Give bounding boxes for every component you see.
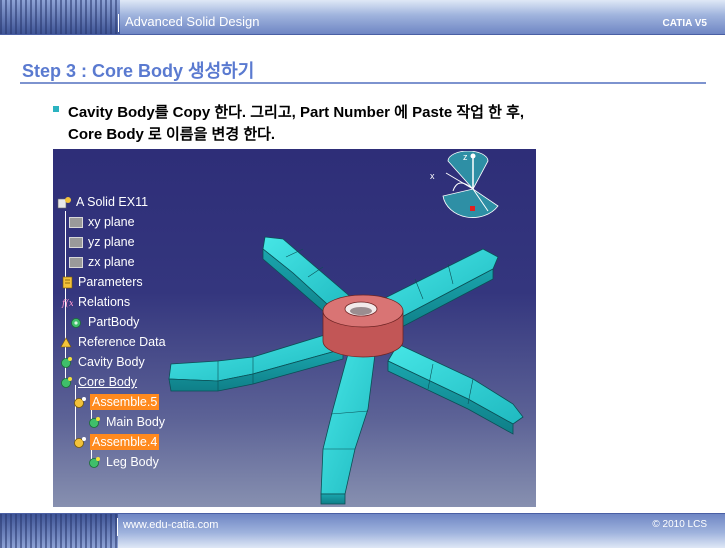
reference-icon [59, 336, 73, 349]
tree-node-assemble-5[interactable]: Assemble.5 [73, 393, 160, 411]
tree-node-relations[interactable]: f(x) Relations [59, 293, 132, 311]
title-divider [20, 82, 706, 84]
footer-decoration [0, 514, 118, 548]
tree-label: PartBody [88, 315, 140, 329]
model-hub [322, 294, 404, 358]
footer-url: www.edu-catia.com [123, 519, 219, 531]
body-gear-icon [59, 376, 73, 389]
footer-separator [117, 518, 118, 536]
tree-label: Cavity Body [78, 355, 145, 369]
tree-label: Assemble.4 [90, 434, 160, 450]
page-title: Step 3 : Core Body 생성하기 [22, 61, 255, 81]
assemble-icon [73, 396, 87, 409]
plane-icon [69, 216, 83, 229]
bullet-line-2: Core Body 로 이름을 변경 한다. [68, 126, 276, 143]
bullet-line-1: Cavity Body를 Copy 한다. 그리고, Part Number 에… [68, 104, 525, 121]
bullet-text: Cavity Body를 Copy 한다. 그리고, Part Number 에… [68, 102, 708, 146]
part-icon [57, 196, 71, 209]
parameters-icon [59, 276, 73, 289]
tree-node-leg-body[interactable]: Leg Body [87, 453, 161, 471]
tree-node-partbody[interactable]: PartBody [69, 313, 141, 331]
compass-x-label: x [430, 171, 435, 181]
specification-tree[interactable]: A Solid EX11 xy plane yz plane zx plane … [53, 149, 293, 507]
tree-node-zx-plane[interactable]: zx plane [69, 253, 137, 271]
tree-node-main-body[interactable]: Main Body [87, 413, 167, 431]
tree-label: Assemble.5 [90, 394, 160, 410]
compass-widget[interactable]: x z [428, 151, 508, 231]
body-gear-icon [87, 456, 101, 469]
tree-label-root: A Solid EX11 [76, 195, 149, 209]
tree-label: zx plane [88, 255, 135, 269]
header-separator [118, 14, 119, 32]
tree-node-xy-plane[interactable]: xy plane [69, 213, 137, 231]
tree-node-assemble-4[interactable]: Assemble.4 [73, 433, 160, 451]
header-band: Advanced Solid Design CATIA V5 [0, 0, 725, 35]
compass-origin-handle [470, 206, 475, 211]
assemble-icon [73, 436, 87, 449]
tree-label: Main Body [106, 415, 166, 429]
svg-text:f(x): f(x) [61, 298, 73, 309]
model-arm-bottom-side [320, 493, 346, 505]
tree-node-root[interactable]: A Solid EX11 [57, 193, 150, 211]
footer-copyright: © 2010 LCS [652, 519, 707, 530]
tree-label: xy plane [88, 215, 135, 229]
relations-icon: f(x) [59, 296, 73, 309]
header-product: CATIA V5 [662, 18, 707, 29]
catia-viewport[interactable]: x z A Solid EX11 xy plane yz plane zx pl… [53, 149, 536, 507]
plane-icon [69, 256, 83, 269]
tree-label: Core Body [78, 375, 138, 389]
tree-node-reference-data[interactable]: Reference Data [59, 333, 168, 351]
compass-z-label: z [463, 152, 468, 162]
header-decoration [0, 0, 120, 34]
tree-label: Parameters [78, 275, 143, 289]
tree-node-core-body[interactable]: Core Body [59, 373, 139, 391]
compass-top-plane [447, 151, 489, 190]
tree-label: Leg Body [106, 455, 159, 469]
body-gear-icon [69, 316, 83, 329]
body-gear-icon [59, 356, 73, 369]
body-gear-icon [87, 416, 101, 429]
header-title: Advanced Solid Design [125, 14, 260, 29]
footer-band: www.edu-catia.com © 2010 LCS [0, 513, 725, 548]
bullet-icon [53, 106, 59, 112]
plane-icon [69, 236, 83, 249]
tree-node-parameters[interactable]: Parameters [59, 273, 145, 291]
compass-z-handle [470, 153, 476, 159]
tree-node-yz-plane[interactable]: yz plane [69, 233, 137, 251]
model-hub-hole-inner [350, 307, 372, 315]
tree-node-cavity-body[interactable]: Cavity Body [59, 353, 147, 371]
tree-label: Relations [78, 295, 131, 309]
tree-label: Reference Data [78, 335, 166, 349]
model-arm-lower-right [387, 343, 524, 425]
model-arm-bottom [320, 353, 376, 495]
tree-label: yz plane [88, 235, 135, 249]
compass-bottom-plane [442, 188, 499, 218]
